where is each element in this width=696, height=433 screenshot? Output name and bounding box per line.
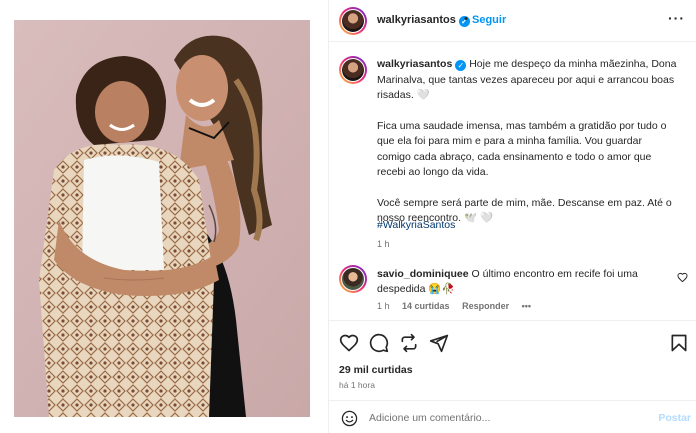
comment-like-heart-icon[interactable]: [677, 272, 688, 283]
add-comment-bar: Postar: [329, 400, 696, 433]
post-photo[interactable]: [14, 20, 310, 417]
comment-more-icon[interactable]: •••: [522, 301, 531, 311]
comment-input[interactable]: [369, 409, 639, 427]
comment-meta: 1 h 14 curtidas Responder •••: [377, 301, 541, 311]
caption-paragraph-2: Fica uma saudade imensa, mas também a gr…: [377, 119, 667, 179]
verified-badge-icon: ✓: [455, 60, 467, 71]
commenter-avatar[interactable]: [339, 265, 367, 293]
post-details-panel: walkyriasantos ✓ • Seguir ··· walkyriasan…: [328, 0, 696, 433]
likes-count[interactable]: 29 mil curtidas: [339, 364, 413, 376]
comment-username[interactable]: savio_dominiquee: [377, 268, 469, 280]
comment-item: savio_dominiquee O último encontro em re…: [377, 267, 662, 297]
comment-likes-count[interactable]: 14 curtidas: [402, 301, 450, 311]
caption-hashtag[interactable]: #WalkyriaSantos: [377, 219, 455, 231]
post-actions-bar: [329, 320, 696, 368]
share-icon[interactable]: [429, 333, 449, 353]
caption-author-avatar[interactable]: [339, 56, 367, 84]
emoji-icon[interactable]: [341, 410, 358, 427]
post-header: walkyriasantos ✓ • Seguir ···: [329, 0, 696, 42]
repost-icon[interactable]: [399, 333, 419, 353]
comment-icon[interactable]: [369, 333, 389, 353]
header-separator: •: [464, 13, 468, 25]
caption-username[interactable]: walkyriasantos: [377, 58, 452, 70]
post-media-pane: [0, 0, 328, 433]
photo-illustration: [14, 20, 310, 417]
caption-timestamp[interactable]: 1 h: [377, 239, 390, 249]
reply-button[interactable]: Responder: [462, 301, 509, 311]
follow-button[interactable]: Seguir: [472, 14, 506, 26]
more-options-icon[interactable]: ···: [668, 10, 685, 26]
post-caption: walkyriasantos ✓ Hoje me despeço da minha…: [377, 57, 677, 242]
post-comment-button[interactable]: Postar: [658, 412, 691, 424]
heart-icon[interactable]: [339, 333, 359, 353]
bookmark-icon[interactable]: [669, 333, 689, 353]
post-timestamp[interactable]: há 1 hora: [339, 380, 375, 390]
comment-timestamp[interactable]: 1 h: [377, 301, 390, 311]
author-avatar[interactable]: [339, 7, 367, 35]
author-username[interactable]: walkyriasantos ✓: [377, 14, 470, 27]
